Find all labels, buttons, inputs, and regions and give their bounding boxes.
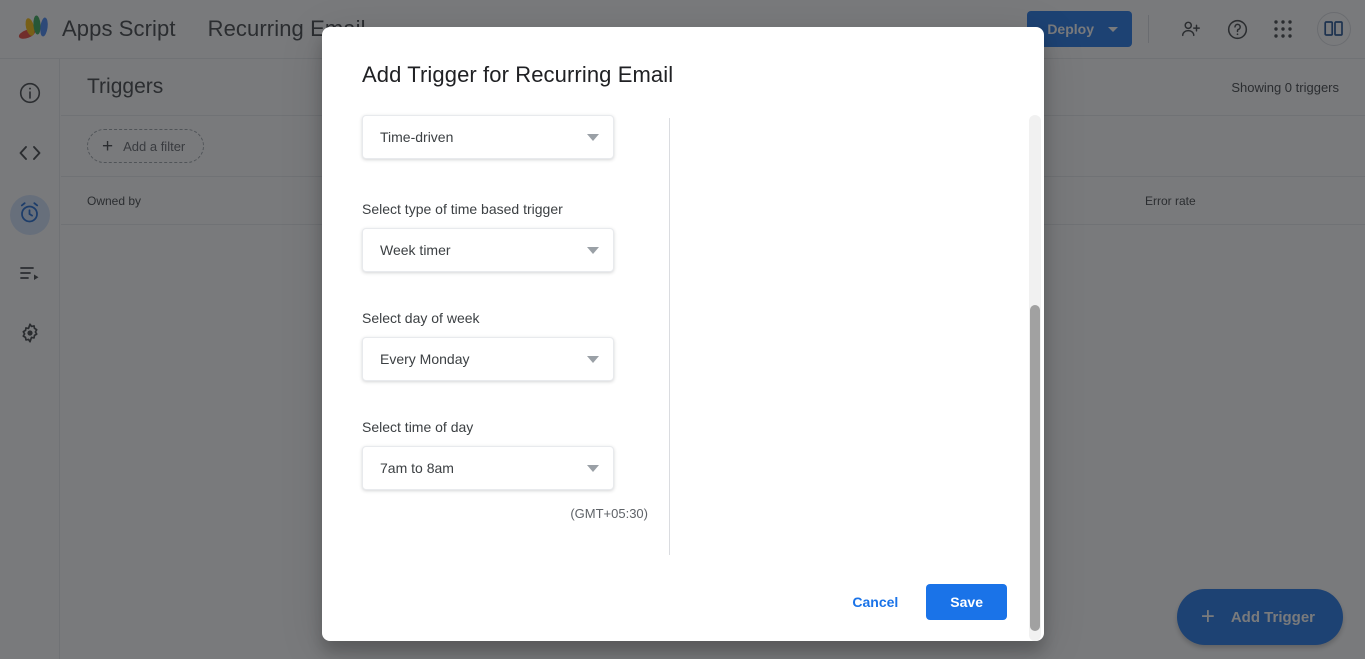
dialog-actions: Cancel Save [838,584,1007,620]
dialog-scrollbar[interactable] [1029,115,1041,641]
caret-down-icon [587,246,599,254]
cancel-button[interactable]: Cancel [838,584,912,620]
app-root: Apps Script Recurring Email Deploy [0,0,1365,659]
day-of-week-select[interactable]: Every Monday [362,337,614,381]
day-of-week-label: Select day of week [362,310,480,326]
time-based-type-label: Select type of time based trigger [362,201,563,217]
time-of-day-select[interactable]: 7am to 8am [362,446,614,490]
vertical-divider [669,118,670,555]
event-source-select[interactable]: Time-driven [362,115,614,159]
dialog-body: Time-driven Select type of time based tr… [322,115,1044,641]
event-source-value: Time-driven [380,129,454,145]
field-time-based-type: Select type of time based trigger Week t… [362,201,662,272]
caret-down-icon [587,133,599,141]
dialog-title: Add Trigger for Recurring Email [362,62,674,87]
field-day-of-week: Select day of week Every Monday [362,310,662,381]
day-of-week-value: Every Monday [380,351,470,367]
caret-down-icon [587,355,599,363]
time-of-day-value: 7am to 8am [380,460,454,476]
time-based-type-select[interactable]: Week timer [362,228,614,272]
field-event-source: Time-driven [362,115,662,159]
trigger-form: Time-driven Select type of time based tr… [362,115,662,521]
timezone-note: (GMT+05:30) [570,506,648,521]
caret-down-icon [587,464,599,472]
save-button[interactable]: Save [926,584,1007,620]
add-trigger-dialog: Add Trigger for Recurring Email Time-dri… [322,27,1044,641]
time-based-type-value: Week timer [380,242,451,258]
field-time-of-day: Select time of day 7am to 8am (GMT+05:30… [362,419,662,521]
time-of-day-label: Select time of day [362,419,474,435]
scrollbar-thumb[interactable] [1030,305,1040,631]
